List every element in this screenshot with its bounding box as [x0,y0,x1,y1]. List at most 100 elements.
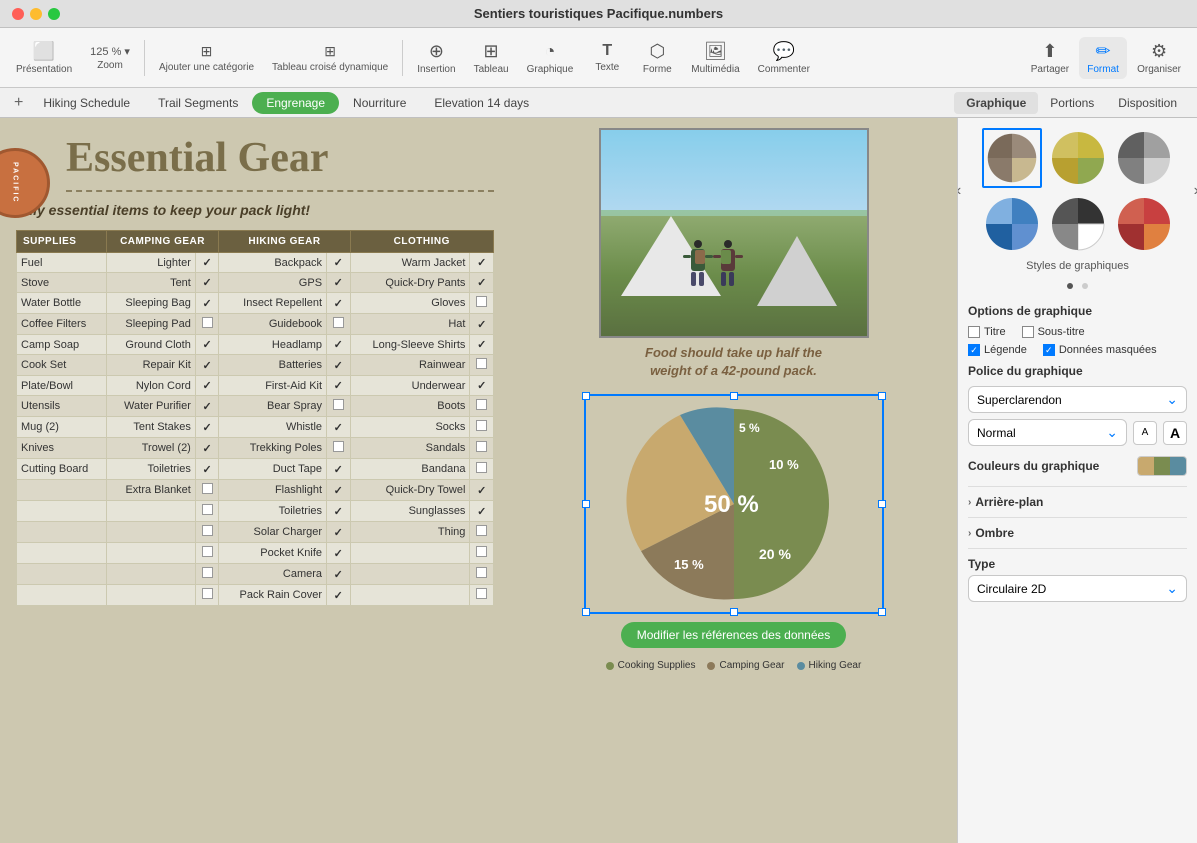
minimize-button[interactable] [30,8,42,20]
chart-style-5[interactable] [1048,194,1108,254]
table-cell [195,522,219,543]
table-cell: ✓ [195,459,219,480]
tab-elevation[interactable]: Elevation 14 days [420,92,543,114]
color-swatches[interactable] [1137,456,1187,476]
organiser-label: Organiser [1137,64,1181,75]
table-cell: Tent Stakes [106,417,195,438]
donnees-checkbox[interactable]: ✓ [1043,344,1055,356]
toolbar-commenter[interactable]: 💬 Commenter [750,37,818,79]
toolbar-graphique[interactable]: ◔ Graphique [519,37,582,79]
toolbar-add-category[interactable]: ⊞ Ajouter une catégorie [151,39,262,77]
table-cell: ✓ [195,355,219,376]
toolbar: ⬜ Présentation 125 % ▾ Zoom ⊞ Ajouter un… [0,28,1197,88]
texte-label: Texte [595,62,619,73]
toolbar-forme[interactable]: ⬡ Forme [633,37,681,79]
sous-titre-checkbox[interactable] [1022,326,1034,338]
table-cell: Tent [106,273,195,293]
table-cell [470,585,494,606]
chart-wrapper[interactable]: 50 % 20 % 15 % 10 % 5 % [584,394,884,614]
table-cell: Extra Blanket [106,480,195,501]
toolbar-tableau[interactable]: ⊞ Tableau [466,37,517,79]
table-cell: ✓ [195,335,219,355]
table-cell: ✓ [327,355,351,376]
table-cell: Long-Sleeve Shirts [350,335,470,355]
table-cell: Mug (2) [17,417,107,438]
table-cell: ✓ [470,335,494,355]
toolbar-insertion[interactable]: ⊕ Insertion [409,37,463,79]
modify-references-button[interactable]: Modifier les références des données [621,622,846,648]
chart-label-50: 50 % [704,491,759,518]
toolbar-pivot[interactable]: ⊞ Tableau croisé dynamique [264,39,396,77]
font-style-select[interactable]: Normal ⌄ [968,419,1127,446]
dot-2[interactable] [1082,283,1088,289]
table-cell [17,585,107,606]
font-name-value: Superclarendon [977,393,1062,407]
multimedia-label: Multimédia [691,64,739,75]
dots-indicator [968,276,1187,294]
toolbar-partager[interactable]: ⬆ Partager [1023,37,1077,79]
format-icon: ✏ [1096,41,1111,62]
ombre-arrow: › [968,528,971,539]
toolbar-format[interactable]: ✏ Format [1079,37,1127,79]
maximize-button[interactable] [48,8,60,20]
font-name-select[interactable]: Superclarendon ⌄ [968,386,1187,413]
table-cell [470,564,494,585]
tab-nourriture[interactable]: Nourriture [339,92,420,114]
left-panel: PACIFIC Essential Gear only essential it… [0,118,510,843]
tab-hiking-schedule[interactable]: Hiking Schedule [29,92,144,114]
color-swatch-3 [1170,457,1186,475]
close-button[interactable] [12,8,24,20]
titlebar: Sentiers touristiques Pacifique.numbers [0,0,1197,28]
chart-style-4[interactable] [982,194,1042,254]
table-cell: ✓ [195,273,219,293]
table-cell: Duct Tape [219,459,327,480]
subtitle: only essential items to keep your pack l… [16,202,494,218]
table-cell: Quick-Dry Pants [350,273,470,293]
chart-styles-prev[interactable]: ‹ [957,182,961,200]
toolbar-zoom[interactable]: 125 % ▾ Zoom [82,41,138,75]
right-tab-disposition[interactable]: Disposition [1106,92,1189,114]
option-titre: Titre [968,326,1006,338]
toolbar-multimedia[interactable]: 🖼 Multimédia [683,37,747,79]
table-cell: Trekking Poles [219,438,327,459]
arriere-plan-header[interactable]: › Arrière-plan [968,495,1187,509]
table-cell: Quick-Dry Towel [350,480,470,501]
table-cell: Toiletries [219,501,327,522]
ombre-header[interactable]: › Ombre [968,526,1187,540]
toolbar-texte[interactable]: T Texte [583,38,631,77]
dot-1[interactable] [1067,283,1073,289]
chart-style-3[interactable] [1114,128,1174,188]
tab-trail-segments[interactable]: Trail Segments [144,92,252,114]
chart-style-6[interactable] [1114,194,1174,254]
right-tab-graphique[interactable]: Graphique [954,92,1038,114]
font-size-small-btn[interactable]: A [1133,421,1157,445]
font-size-large-btn[interactable]: A [1163,421,1187,445]
table-cell: Fuel [17,253,107,273]
toolbar-organiser[interactable]: ⚙ Organiser [1129,37,1189,79]
divider [66,190,494,192]
table-cell: Pack Rain Cover [219,585,327,606]
graphique-label: Graphique [527,64,574,75]
titre-checkbox[interactable] [968,326,980,338]
legende-checkbox[interactable]: ✓ [968,344,980,356]
col-clothing: CLOTHING [350,231,493,253]
tab-engrenage[interactable]: Engrenage [252,92,339,114]
toolbar-presentation[interactable]: ⬜ Présentation [8,37,80,79]
legend-dot-cooking [606,662,614,670]
table-cell: ✓ [470,253,494,273]
right-panel: ‹ [957,118,1197,843]
texte-icon: T [602,42,612,60]
chart-style-2[interactable] [1048,128,1108,188]
right-tab-portions[interactable]: Portions [1038,92,1106,114]
table-cell: Headlamp [219,335,327,355]
add-category-label: Ajouter une catégorie [159,62,254,73]
toolbar-separator [144,40,145,76]
color-swatch-1 [1138,457,1154,475]
col-camping: CAMPING GEAR [106,231,219,253]
table-cell: Water Bottle [17,293,107,314]
add-tab-button[interactable]: + [8,94,29,112]
table-cell [195,564,219,585]
type-select[interactable]: Circulaire 2D ⌄ [968,575,1187,602]
table-cell: Solar Charger [219,522,327,543]
chart-style-1[interactable] [982,128,1042,188]
